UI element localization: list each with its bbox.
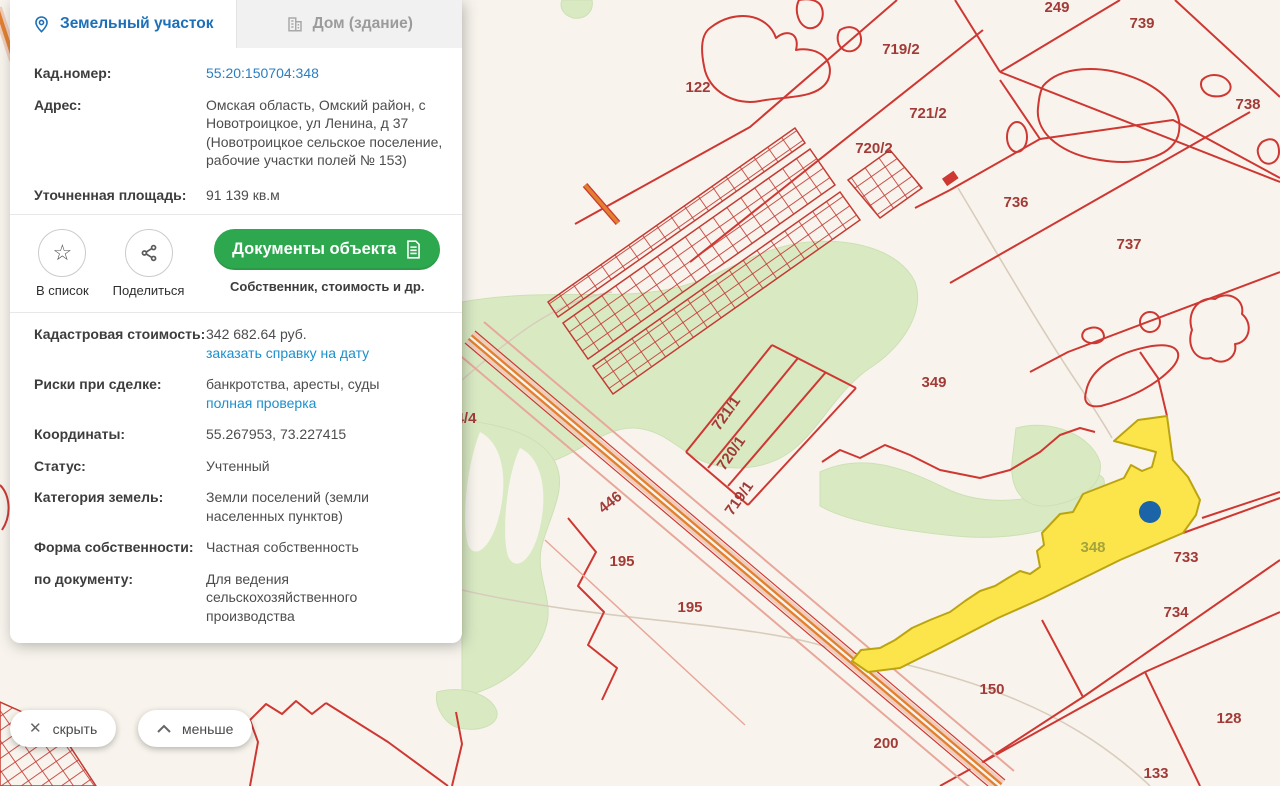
- actions-bar: ☆ В список Поделиться Документы объекта: [10, 227, 462, 298]
- parcel-label-733: 733: [1173, 549, 1198, 566]
- coordinates-value: 55.267953, 73.227415: [206, 426, 347, 442]
- field-label: по документу:: [34, 570, 134, 587]
- add-to-list-button[interactable]: ☆ В список: [36, 229, 89, 298]
- field-land-category: Категория земель: Земли поселений (земли…: [10, 488, 462, 525]
- field-permitted-use: по документу: Для ведения сельскохозяйст…: [10, 570, 462, 626]
- full-check-link[interactable]: полная проверка: [206, 394, 316, 413]
- parcel-label-738: 738: [1235, 96, 1260, 113]
- parcel-info-panel: Земельный участок Дом (здание) Кад.номер…: [10, 0, 462, 643]
- parcel-label-128: 128: [1216, 710, 1241, 727]
- share-label: Поделиться: [112, 283, 185, 298]
- permitted-use-value: Для ведения сельскохозяйственного произв…: [206, 570, 358, 624]
- parcel-label-720-2: 720/2: [855, 140, 893, 157]
- close-icon: ✕: [29, 720, 42, 737]
- parcel-label-719-2: 719/2: [882, 41, 920, 58]
- collapse-panel-button[interactable]: меньше: [138, 710, 253, 747]
- field-cad-number: Кад.номер: 55:20:150704:348: [10, 64, 462, 83]
- parcel-label-736: 736: [1003, 194, 1028, 211]
- tab-land-parcel-label: Земельный участок: [60, 15, 214, 32]
- status-value: Учтенный: [206, 457, 270, 474]
- hide-panel-button[interactable]: ✕ скрыть: [10, 710, 117, 747]
- ownership-value: Частная собственность: [206, 539, 359, 555]
- parcel-label-348: 348: [1080, 539, 1105, 556]
- star-icon: ☆: [52, 240, 73, 265]
- field-label: Адрес:: [34, 96, 82, 113]
- risks-value: банкротства, аресты, суды: [206, 376, 380, 392]
- field-label: Категория земель:: [34, 489, 164, 505]
- parcel-label-150: 150: [979, 681, 1004, 698]
- field-ownership: Форма собственности: Частная собственнос…: [10, 538, 462, 557]
- add-to-list-label: В список: [36, 283, 89, 298]
- field-label: Риски при сделке:: [34, 376, 162, 392]
- document-icon: [407, 240, 421, 259]
- building-icon: [287, 17, 302, 32]
- field-label: Форма собственности:: [34, 539, 194, 555]
- divider: [10, 214, 462, 215]
- parcel-label-349: 349: [921, 374, 946, 391]
- share-icon: [141, 244, 156, 262]
- panel-tabs: Земельный участок Дом (здание): [10, 0, 462, 48]
- field-cadastral-value: Кадастровая стоимость: 342 682.64 руб. з…: [10, 325, 462, 362]
- cadastral-value: 342 682.64 руб.: [206, 326, 307, 342]
- parcel-label-737: 737: [1116, 236, 1141, 253]
- field-label: Кадастровая стоимость:: [34, 326, 206, 342]
- object-documents-button[interactable]: Документы объекта: [214, 229, 441, 270]
- parcel-label-195: 195: [609, 553, 634, 570]
- chevron-up-icon: [157, 724, 171, 733]
- field-label: Уточненная площадь:: [34, 186, 187, 203]
- field-address: Адрес: Омская область, Омский район, с Н…: [10, 96, 462, 170]
- less-button-label: меньше: [182, 720, 234, 737]
- map-pin-icon: [35, 15, 48, 33]
- field-status: Статус: Учтенный: [10, 457, 462, 476]
- parcel-label-721-2: 721/2: [909, 105, 947, 122]
- tab-land-parcel[interactable]: Земельный участок: [10, 0, 236, 48]
- parcel-label-122: 122: [685, 79, 710, 96]
- parcel-label-739: 739: [1129, 15, 1154, 32]
- order-certificate-link[interactable]: заказать справку на дату: [206, 344, 369, 363]
- parcel-label-195: 195: [677, 599, 702, 616]
- hide-button-label: скрыть: [52, 720, 98, 737]
- area-value: 91 139 кв.м: [206, 186, 280, 203]
- docs-button-label: Документы объекта: [232, 240, 397, 258]
- divider: [10, 312, 462, 313]
- cad-number-link[interactable]: 55:20:150704:348: [206, 64, 319, 83]
- field-label: Координаты:: [34, 426, 126, 442]
- field-label: Кад.номер:: [34, 65, 112, 81]
- field-deal-risks: Риски при сделке: банкротства, аресты, с…: [10, 375, 462, 412]
- field-coordinates: Координаты: 55.267953, 73.227415: [10, 425, 462, 444]
- parcel-label-133: 133: [1143, 765, 1168, 782]
- parcel-label-734: 734: [1163, 604, 1189, 621]
- parcel-label-249: 249: [1044, 0, 1069, 16]
- field-area: Уточненная площадь: 91 139 кв.м: [10, 186, 462, 205]
- land-category-value: Земли поселений (земли населенных пункто…: [206, 489, 369, 524]
- share-button[interactable]: Поделиться: [112, 229, 185, 298]
- tab-building-label: Дом (здание): [312, 15, 413, 32]
- docs-button-subtitle: Собственник, стоимость и др.: [230, 279, 425, 294]
- field-label: Статус:: [34, 457, 86, 474]
- address-value: Омская область, Омский район, с Новотрои…: [206, 96, 443, 169]
- tab-building[interactable]: Дом (здание): [235, 0, 462, 48]
- parcel-label-200: 200: [873, 735, 898, 752]
- selected-parcel-marker-icon: [1139, 501, 1161, 523]
